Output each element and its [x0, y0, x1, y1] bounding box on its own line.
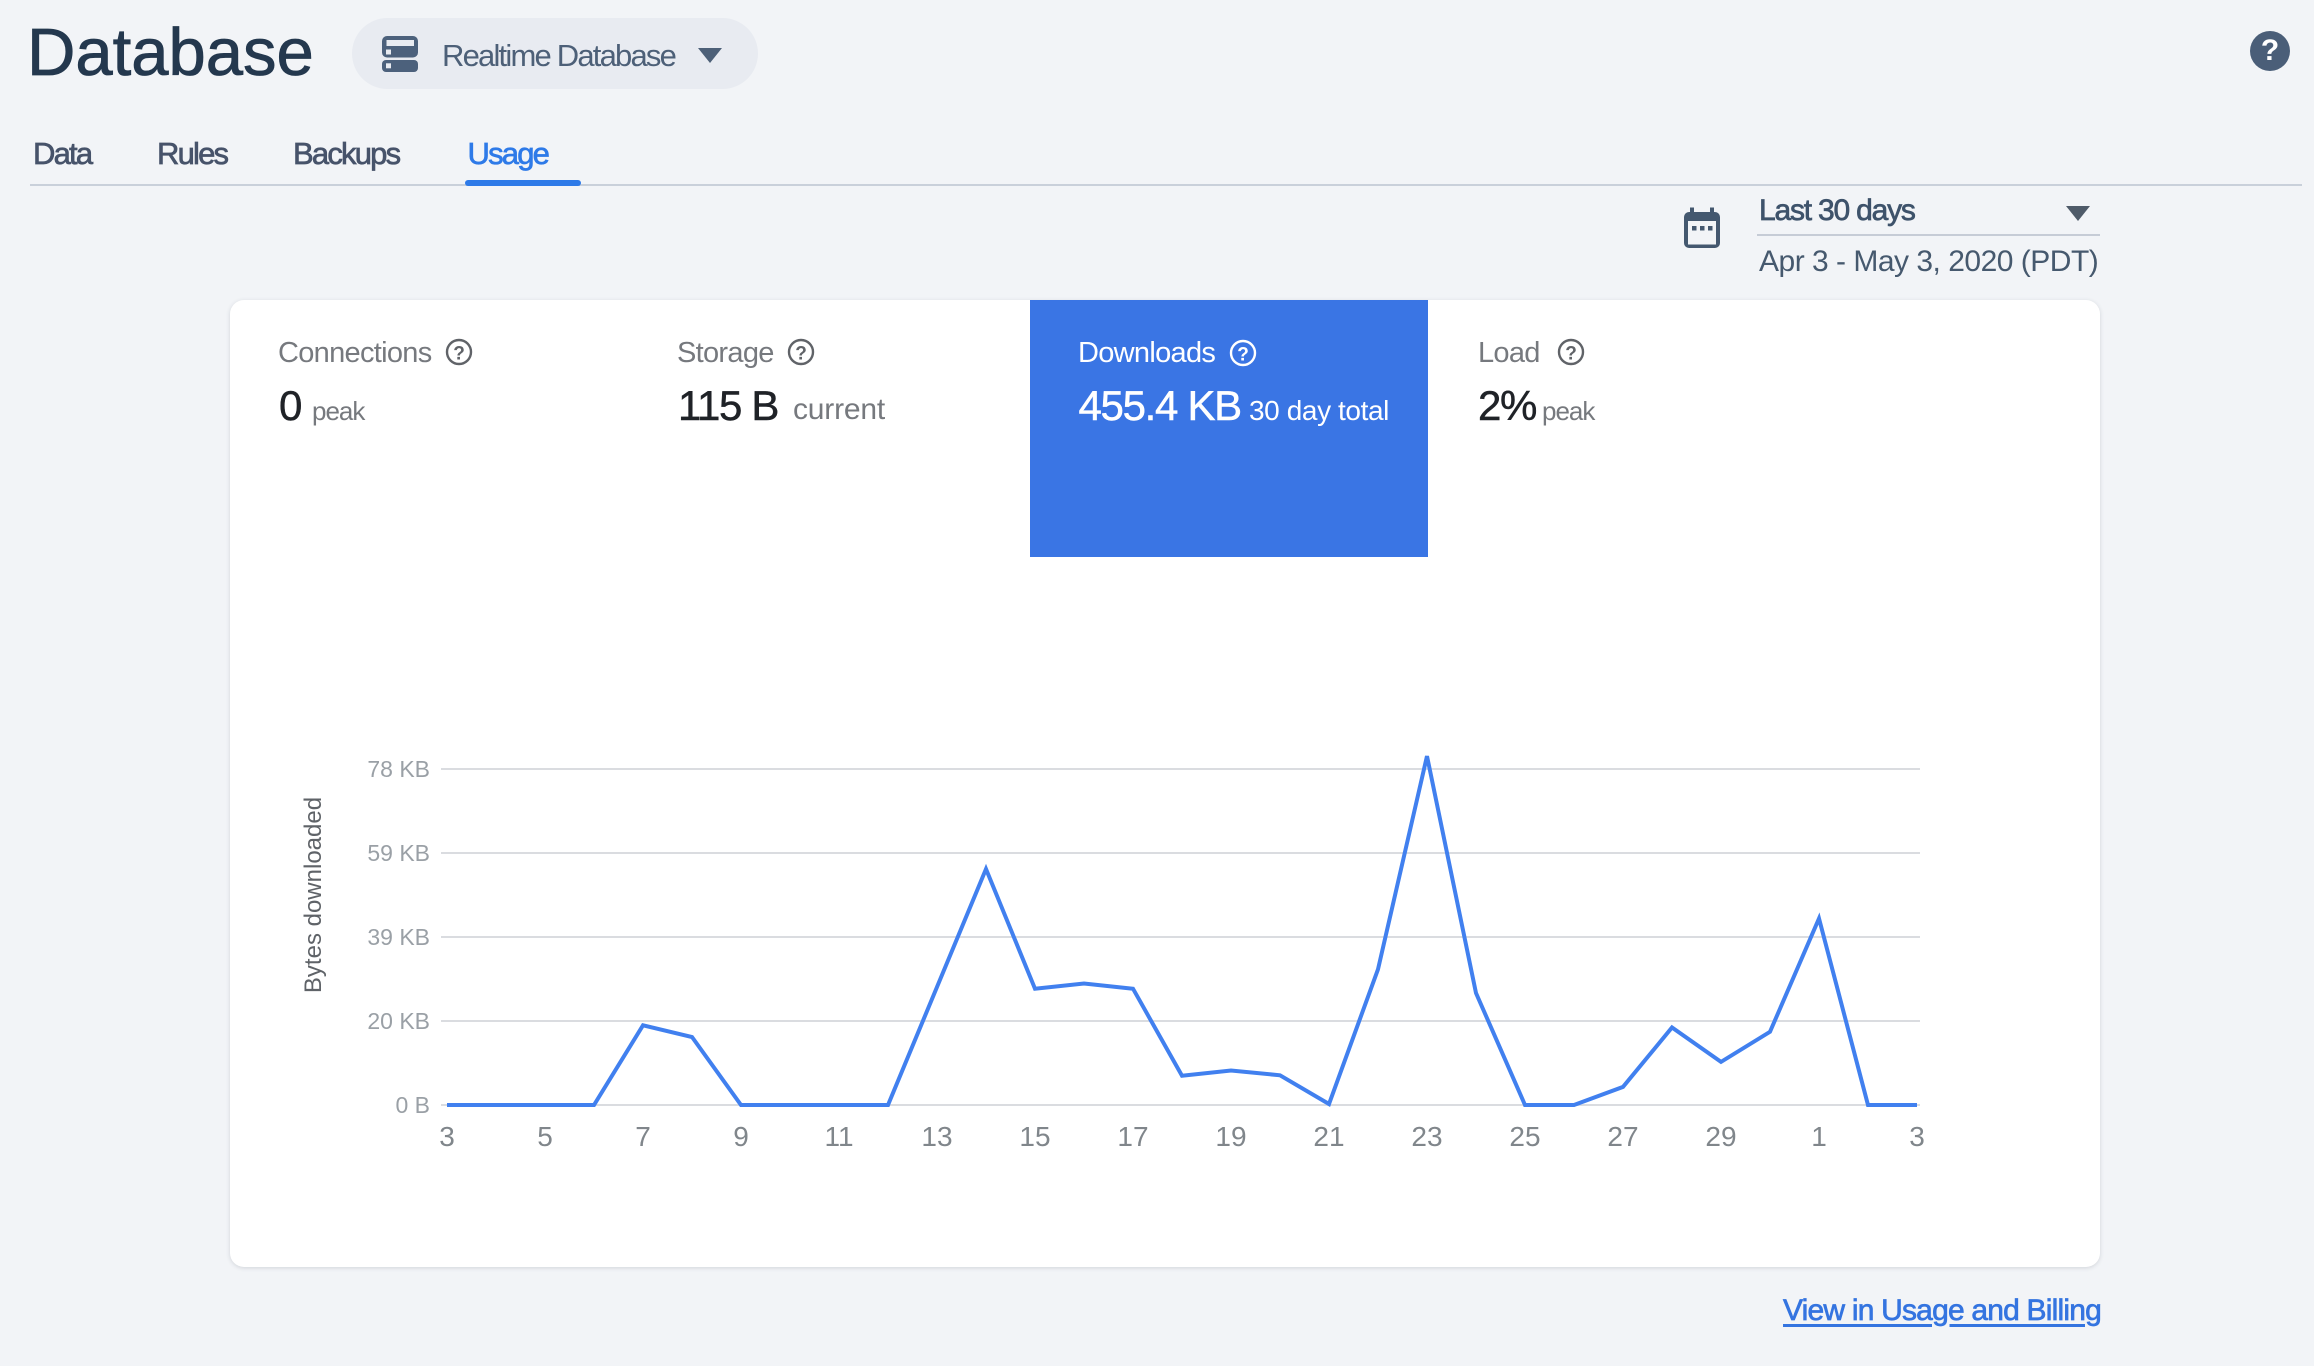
svg-text:7: 7	[635, 1121, 651, 1152]
svg-text:20 KB: 20 KB	[367, 1008, 430, 1034]
svg-text:9: 9	[733, 1121, 749, 1152]
svg-text:Bytes downloaded: Bytes downloaded	[300, 797, 327, 993]
svg-text:39 KB: 39 KB	[367, 924, 430, 950]
svg-text:5: 5	[537, 1121, 553, 1152]
svg-text:17: 17	[1117, 1121, 1148, 1152]
svg-text:21: 21	[1313, 1121, 1344, 1152]
svg-text:13: 13	[921, 1121, 952, 1152]
svg-text:78 KB: 78 KB	[367, 756, 430, 782]
svg-text:15: 15	[1019, 1121, 1050, 1152]
svg-text:3: 3	[439, 1121, 455, 1152]
svg-text:11: 11	[824, 1121, 853, 1152]
svg-text:25: 25	[1509, 1121, 1540, 1152]
svg-text:23: 23	[1411, 1121, 1442, 1152]
svg-text:29: 29	[1705, 1121, 1736, 1152]
svg-text:59 KB: 59 KB	[367, 840, 430, 866]
svg-text:27: 27	[1607, 1121, 1638, 1152]
svg-text:0 B: 0 B	[395, 1092, 430, 1118]
svg-text:1: 1	[1811, 1121, 1827, 1152]
svg-text:3: 3	[1909, 1121, 1925, 1152]
svg-text:19: 19	[1215, 1121, 1246, 1152]
